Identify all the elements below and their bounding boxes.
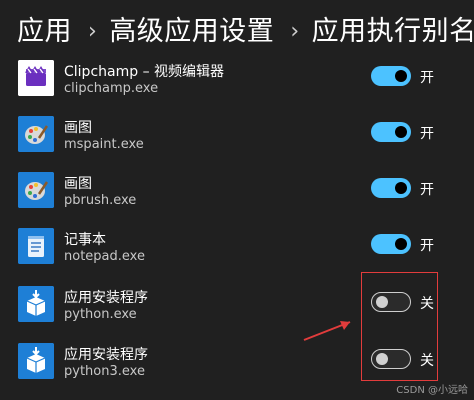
app-name: 应用安装程序 (64, 347, 148, 363)
annotation-arrow-icon (303, 321, 351, 341)
notepad-icon (18, 228, 54, 264)
app-name: Clipchamp – 视频编辑器 (64, 64, 225, 80)
chevron-right-icon: › (290, 19, 300, 44)
app-exe: mspaint.exe (64, 137, 144, 152)
chevron-right-icon: › (88, 19, 98, 44)
toggle-state-label: 开 (420, 182, 434, 198)
clipchamp-icon (18, 60, 54, 96)
toggle-knob (395, 126, 407, 138)
watermark: CSDN @小远哈 (396, 385, 468, 396)
list-item: 记事本 notepad.exe 开 (0, 218, 474, 274)
paint-palette-icon (18, 116, 54, 152)
toggle-state-label: 开 (420, 238, 434, 254)
list-item: 画图 pbrush.exe 开 (0, 162, 474, 218)
alias-toggle-mspaint[interactable] (371, 122, 411, 142)
app-exe: pbrush.exe (64, 193, 137, 208)
paint-palette-icon (18, 172, 54, 208)
breadcrumb-item-advanced-app-settings[interactable]: 高级应用设置 (109, 12, 274, 52)
alias-toggle-clipchamp[interactable] (371, 66, 411, 86)
app-exe: notepad.exe (64, 249, 145, 264)
app-exe: python.exe (64, 307, 137, 322)
list-item: Clipchamp – 视频编辑器 clipchamp.exe 开 (0, 50, 474, 106)
toggle-knob (395, 70, 407, 82)
toggle-state-label: 开 (420, 126, 434, 142)
app-name: 画图 (64, 120, 92, 136)
list-item: 画图 mspaint.exe 开 (0, 106, 474, 162)
alias-toggle-notepad[interactable] (371, 234, 411, 254)
app-name: 应用安装程序 (64, 290, 148, 306)
toggle-knob (395, 182, 407, 194)
app-installer-icon (18, 343, 54, 379)
alias-toggle-pbrush[interactable] (371, 178, 411, 198)
breadcrumb-item-apps[interactable]: 应用 (17, 12, 72, 52)
toggle-knob (395, 238, 407, 250)
page-title: 应用执行别名 (311, 16, 474, 47)
app-name: 画图 (64, 176, 92, 192)
toggle-state-label: 开 (420, 70, 434, 86)
app-installer-icon (18, 286, 54, 322)
annotation-highlight-box (361, 272, 438, 381)
breadcrumb: 应用 › 高级应用设置 › 应用执行别名 (17, 12, 474, 52)
app-exe: python3.exe (64, 364, 145, 379)
app-name: 记事本 (64, 232, 106, 248)
app-exe: clipchamp.exe (64, 81, 159, 96)
